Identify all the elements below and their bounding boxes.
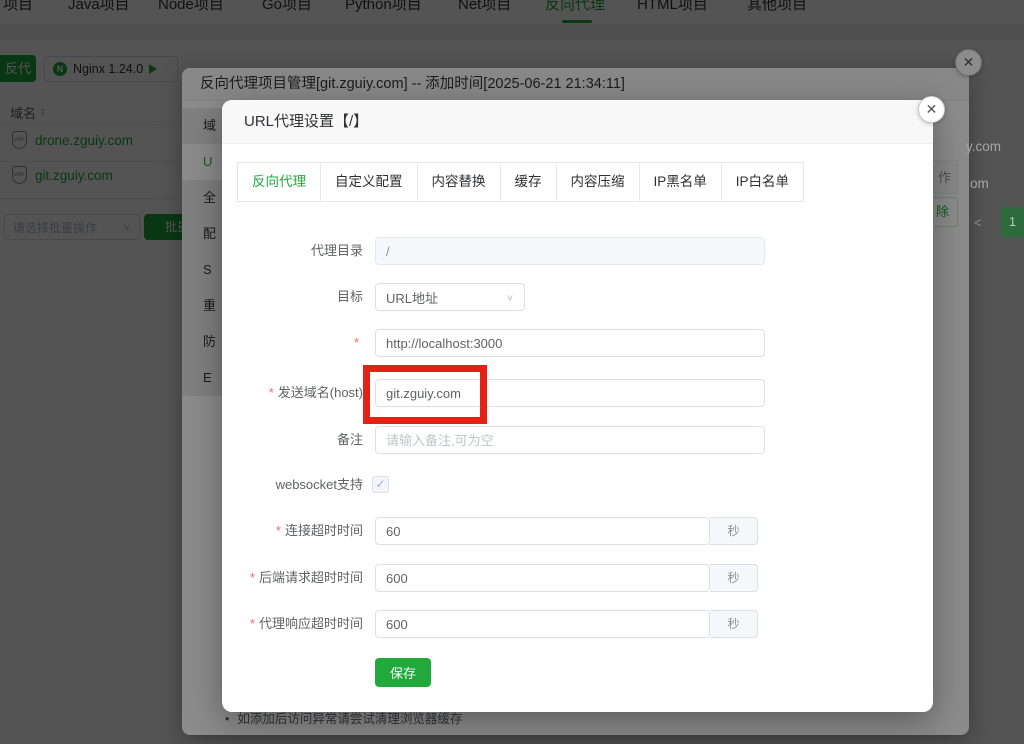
host-label: * 发送域名(host) [268,385,363,400]
websocket-label: websocket支持 [275,477,363,492]
websocket-checkbox[interactable]: ✓ [372,476,389,493]
domain-tail-text: om [970,176,989,191]
seconds-unit-addon: 秒 [710,517,758,545]
target-select-value: URL地址 [386,290,439,306]
backend-timeout-input[interactable] [375,564,710,592]
seconds-unit-addon: 秒 [710,610,758,638]
remark-label: 备注 [336,432,363,447]
pagination-page-1-button[interactable]: 1 [1001,207,1024,237]
tab-cache[interactable]: 缓存 [501,163,557,201]
tab-reverse-proxy[interactable]: 反向代理 [238,163,321,201]
url-proxy-settings-dialog: URL代理设置【/】 ✕ 反向代理 自定义配置 内容替换 缓存 内容压缩 IP黑… [222,96,945,712]
seconds-unit-addon: 秒 [710,564,758,592]
host-input[interactable] [375,379,765,407]
target-url-input[interactable] [375,329,765,357]
target-label: 目标 [336,289,363,304]
settings-tabs: 反向代理 自定义配置 内容替换 缓存 内容压缩 IP黑名单 IP白名单 [237,162,805,202]
connect-timeout-label: * 连接超时时间 [275,523,363,538]
backend-timeout-label: * 后端请求超时时间 [249,570,363,585]
tab-ip-blacklist[interactable]: IP黑名单 [640,163,722,201]
remark-input[interactable] [375,426,765,454]
proxy-dir-input[interactable] [375,237,765,265]
target-url-label: * [353,335,359,350]
pagination-prev-icon[interactable]: < [974,215,982,230]
save-button[interactable]: 保存 [375,658,432,687]
app-screen: 项目 Java项目 Node项目 Go项目 Python项目 Net项目 反向代… [0,0,1024,744]
proxy-timeout-input[interactable] [375,610,710,638]
proxy-dir-label: 代理目录 [310,243,363,258]
domain-tail-text: y.com [966,139,1002,154]
proxy-timeout-label: * 代理响应超时时间 [249,616,363,631]
tab-custom-config[interactable]: 自定义配置 [321,163,418,201]
chevron-down-icon: ∨ [505,292,514,303]
connect-timeout-input[interactable] [375,517,710,545]
tab-compression[interactable]: 内容压缩 [557,163,640,201]
target-select[interactable]: URL地址 ∨ [375,283,525,311]
tab-ip-whitelist[interactable]: IP白名单 [722,163,803,201]
dialog-title: URL代理设置【/】 [222,100,933,144]
tab-content-replace[interactable]: 内容替换 [418,163,501,201]
close-icon[interactable]: ✕ [918,96,945,123]
